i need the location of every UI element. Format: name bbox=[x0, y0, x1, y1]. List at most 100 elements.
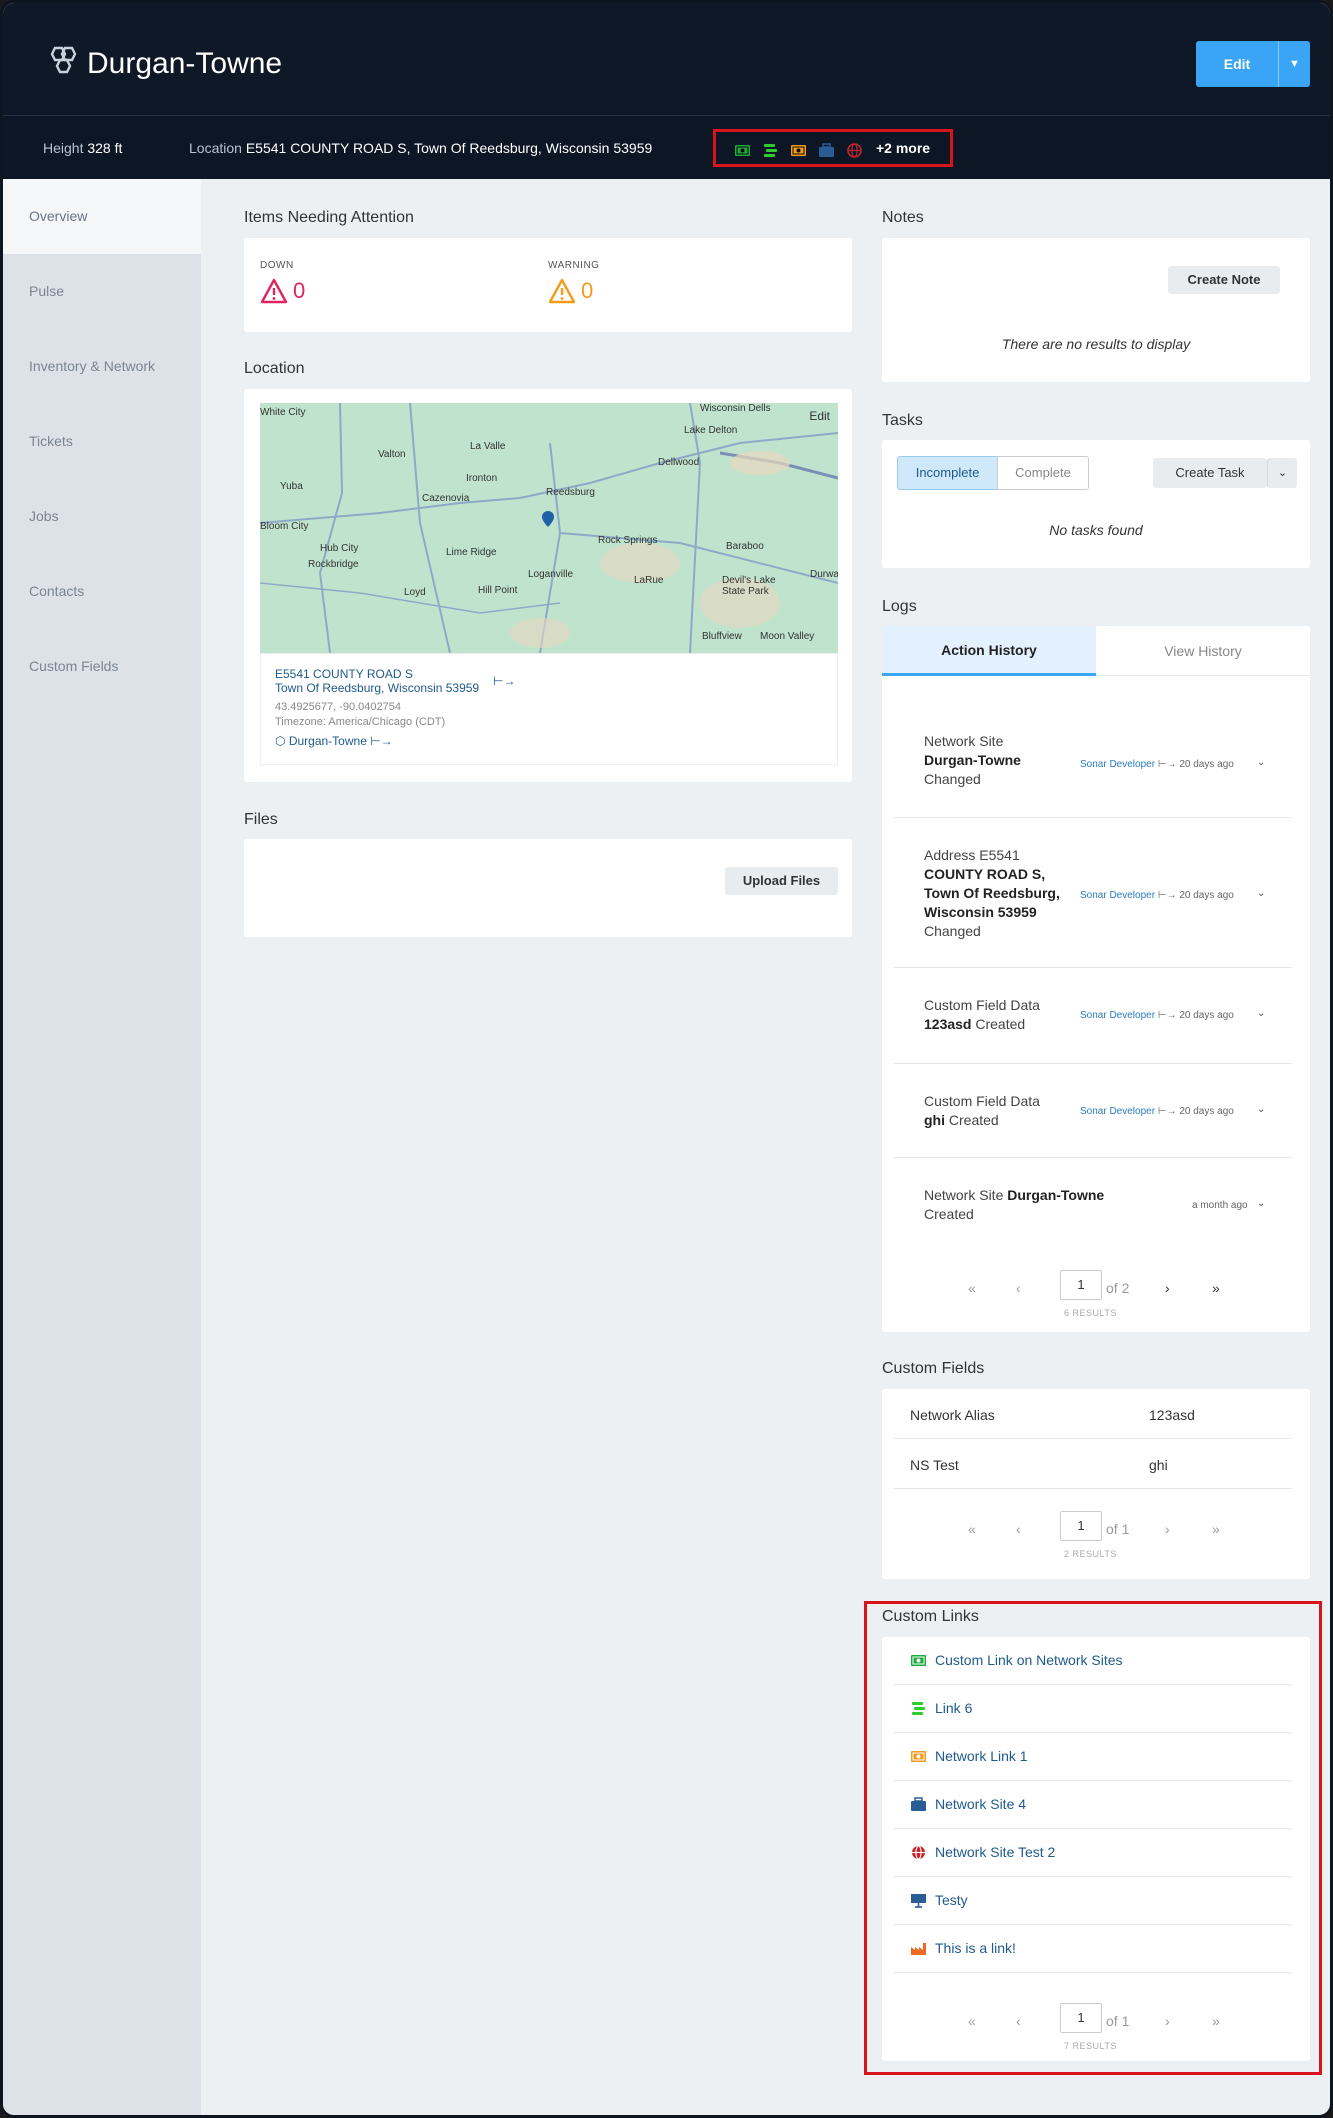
log-entry[interactable]: Network Site Durgan-Towne Created a mont… bbox=[894, 1158, 1292, 1252]
page-count: of 1 bbox=[1106, 1521, 1130, 1537]
map-place-label: Loganville bbox=[528, 569, 574, 580]
site-link-label[interactable]: Durgan-Towne bbox=[289, 734, 367, 748]
log-line: COUNTY ROAD S, bbox=[924, 866, 1046, 882]
map-place-label: Loyd bbox=[404, 587, 426, 598]
chevron-down-icon[interactable]: ▼ bbox=[1278, 41, 1310, 87]
map-place-label: Lake Delton bbox=[684, 425, 738, 436]
create-task-button[interactable]: Create Task bbox=[1153, 458, 1267, 488]
money-icon[interactable] bbox=[734, 143, 751, 158]
top-bar: Durgan-Towne Edit ▼ bbox=[3, 3, 1330, 115]
sidebar-item-pulse[interactable]: Pulse bbox=[3, 254, 201, 329]
down-count[interactable]: 0 bbox=[293, 278, 305, 304]
chevron-down-icon[interactable]: ⌄ bbox=[1257, 1008, 1265, 1019]
map-place-label: LaRue bbox=[634, 575, 664, 586]
table-row: Network Alias 123asd bbox=[894, 1389, 1292, 1439]
prev-page-button[interactable]: ‹ bbox=[1016, 1280, 1021, 1296]
map[interactable]: Edit White City Valton La Valle Yuba Iro… bbox=[260, 403, 838, 653]
next-page-button[interactable]: › bbox=[1165, 1280, 1170, 1296]
chevron-down-icon[interactable]: ⌄ bbox=[1257, 757, 1265, 768]
stack-icon[interactable] bbox=[762, 143, 779, 158]
map-place-label: La Valle bbox=[470, 441, 506, 452]
map-edit-link[interactable]: Edit bbox=[809, 409, 830, 423]
log-time: 20 days ago bbox=[1179, 759, 1234, 770]
map-roads bbox=[260, 403, 838, 653]
log-entry-meta: Sonar Developer ⊢→ 20 days ago bbox=[1080, 759, 1234, 770]
map-place-label: Moon Valley bbox=[760, 631, 815, 642]
last-page-button[interactable]: » bbox=[1212, 1280, 1220, 1296]
sidebar-item-overview[interactable]: Overview bbox=[3, 179, 201, 254]
log-line: Created bbox=[924, 1206, 974, 1222]
sidebar-item-custom-fields[interactable]: Custom Fields bbox=[3, 629, 201, 704]
sidebar-item-inventory-network[interactable]: Inventory & Network bbox=[3, 329, 201, 404]
first-page-button[interactable]: « bbox=[968, 1280, 976, 1296]
logs-card: Action History View History Network Site… bbox=[882, 626, 1310, 1332]
open-link-icon[interactable]: ⊢→ bbox=[493, 674, 515, 688]
log-line: Custom Field Data bbox=[924, 997, 1040, 1013]
tab-action-history[interactable]: Action History bbox=[882, 626, 1096, 676]
map-pin-icon[interactable] bbox=[542, 511, 554, 527]
field-value: 123asd bbox=[1149, 1407, 1195, 1423]
page-input[interactable]: 1 bbox=[1060, 1511, 1102, 1541]
chevron-down-icon[interactable]: ⌄ bbox=[1257, 1104, 1265, 1115]
map-place-label: Reedsburg bbox=[546, 487, 595, 498]
page-input[interactable]: 1 bbox=[1060, 1270, 1102, 1300]
globe-icon[interactable] bbox=[846, 143, 863, 158]
open-link-icon[interactable]: ⊢→ bbox=[370, 734, 392, 748]
log-line: Durgan-Towne bbox=[924, 752, 1021, 768]
map-place-label: Hub City bbox=[320, 543, 359, 554]
map-place-label: Bluffview bbox=[702, 631, 742, 642]
log-entry-meta: Sonar Developer ⊢→ 20 days ago bbox=[1080, 1010, 1234, 1021]
tab-complete[interactable]: Complete bbox=[997, 456, 1089, 490]
map-place-label: Hill Point bbox=[478, 585, 518, 596]
more-links-badge[interactable]: +2 more bbox=[876, 140, 930, 156]
map-place-label: Baraboo bbox=[726, 541, 764, 552]
address-line1[interactable]: E5541 COUNTY ROAD S bbox=[275, 667, 479, 681]
map-place-label: Rock Springs bbox=[598, 535, 658, 546]
height-label: Height bbox=[43, 140, 84, 156]
address-link[interactable]: E5541 COUNTY ROAD S Town Of Reedsburg, W… bbox=[275, 667, 479, 695]
sidebar-item-jobs[interactable]: Jobs bbox=[3, 479, 201, 554]
chevron-down-icon[interactable]: ⌄ bbox=[1267, 458, 1297, 488]
address-panel: E5541 COUNTY ROAD S Town Of Reedsburg, W… bbox=[260, 653, 838, 765]
edit-button-label[interactable]: Edit bbox=[1196, 41, 1278, 87]
log-time: 20 days ago bbox=[1179, 1106, 1234, 1117]
log-line: Town Of Reedsburg, bbox=[924, 885, 1060, 901]
log-author[interactable]: Sonar Developer bbox=[1080, 759, 1155, 770]
create-note-button[interactable]: Create Note bbox=[1168, 266, 1280, 294]
log-author[interactable]: Sonar Developer bbox=[1080, 1106, 1155, 1117]
sidebar-item-tickets[interactable]: Tickets bbox=[3, 404, 201, 479]
results-count: 2 RESULTS bbox=[1064, 1549, 1117, 1559]
chevron-down-icon[interactable]: ⌄ bbox=[1257, 1198, 1265, 1209]
map-place-label: Yuba bbox=[280, 481, 303, 492]
log-author[interactable]: Sonar Developer bbox=[1080, 890, 1155, 901]
height-info: Height 328 ft bbox=[43, 140, 122, 156]
money-icon[interactable] bbox=[790, 143, 807, 158]
prev-page-button[interactable]: ‹ bbox=[1016, 1521, 1021, 1537]
sidebar-item-contacts[interactable]: Contacts bbox=[3, 554, 201, 629]
log-entry[interactable]: Custom Field Data 123asd Created Sonar D… bbox=[894, 968, 1292, 1064]
last-page-button[interactable]: » bbox=[1212, 1521, 1220, 1537]
log-entry[interactable]: Custom Field Data ghi Created Sonar Deve… bbox=[894, 1064, 1292, 1158]
site-link[interactable]: ⬡ Durgan-Towne ⊢→ bbox=[275, 734, 393, 748]
address-line2[interactable]: Town Of Reedsburg, Wisconsin 53959 bbox=[275, 681, 479, 695]
edit-button[interactable]: Edit ▼ bbox=[1196, 41, 1310, 87]
log-author[interactable]: Sonar Developer bbox=[1080, 1010, 1155, 1021]
tab-incomplete[interactable]: Incomplete bbox=[897, 456, 998, 490]
upload-files-button[interactable]: Upload Files bbox=[725, 867, 838, 895]
log-entry[interactable]: Network Site Durgan-Towne Changed Sonar … bbox=[894, 680, 1292, 818]
first-page-button[interactable]: « bbox=[968, 1521, 976, 1537]
next-page-button[interactable]: › bbox=[1165, 1521, 1170, 1537]
map-place-label: Lime Ridge bbox=[446, 547, 497, 558]
log-line: Custom Field Data bbox=[924, 1093, 1040, 1109]
log-line: Durgan-Towne bbox=[1007, 1187, 1105, 1203]
chevron-down-icon[interactable]: ⌄ bbox=[1257, 888, 1265, 899]
location-info: Location E5541 COUNTY ROAD S, Town Of Re… bbox=[189, 140, 652, 156]
location-value: E5541 COUNTY ROAD S, Town Of Reedsburg, … bbox=[245, 140, 653, 156]
tab-view-history[interactable]: View History bbox=[1096, 626, 1310, 676]
log-line: Network Site bbox=[924, 733, 1004, 749]
warning-count[interactable]: 0 bbox=[581, 278, 593, 304]
timezone: Timezone: America/Chicago (CDT) bbox=[275, 716, 446, 728]
custom-fields-pager: « ‹ 1 of 1 › » 2 RESULTS bbox=[882, 1511, 1310, 1571]
log-entry[interactable]: Address E5541 COUNTY ROAD S, Town Of Ree… bbox=[894, 818, 1292, 968]
briefcase-icon[interactable] bbox=[818, 143, 835, 158]
